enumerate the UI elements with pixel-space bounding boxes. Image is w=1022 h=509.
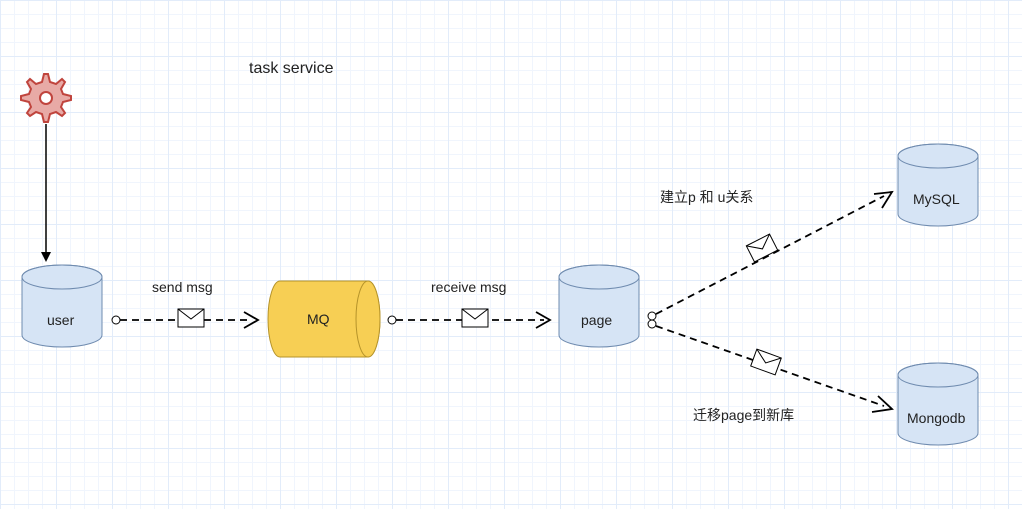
arrow-gear-to-user bbox=[0, 0, 1022, 509]
edge-mq-to-page bbox=[0, 0, 1022, 509]
edge-user-to-mq bbox=[0, 0, 1022, 509]
mongodb-label: Mongodb bbox=[907, 410, 965, 426]
edge-page-to-mongodb-label: 迁移page到新库 bbox=[693, 405, 794, 425]
edge-page-to-mysql bbox=[0, 0, 1022, 509]
diagram-canvas: task service user MQ bbox=[0, 0, 1022, 509]
edge-page-to-mysql-label: 建立p 和 u关系 bbox=[660, 187, 753, 207]
user-datastore bbox=[0, 0, 1022, 509]
page-label: page bbox=[581, 312, 612, 328]
edge-page-to-mongodb bbox=[0, 0, 1022, 509]
mysql-label: MySQL bbox=[913, 191, 960, 207]
diagram-title: task service bbox=[249, 60, 333, 78]
page-datastore bbox=[0, 0, 1022, 509]
mysql-datastore bbox=[0, 0, 1022, 509]
mq-queue bbox=[0, 0, 1022, 509]
user-label: user bbox=[47, 312, 74, 328]
gear-icon bbox=[0, 0, 1022, 509]
mongodb-datastore bbox=[0, 0, 1022, 509]
mq-label: MQ bbox=[307, 311, 330, 327]
edge-mq-to-page-label: receive msg bbox=[431, 279, 506, 295]
edge-user-to-mq-label: send msg bbox=[152, 279, 213, 295]
